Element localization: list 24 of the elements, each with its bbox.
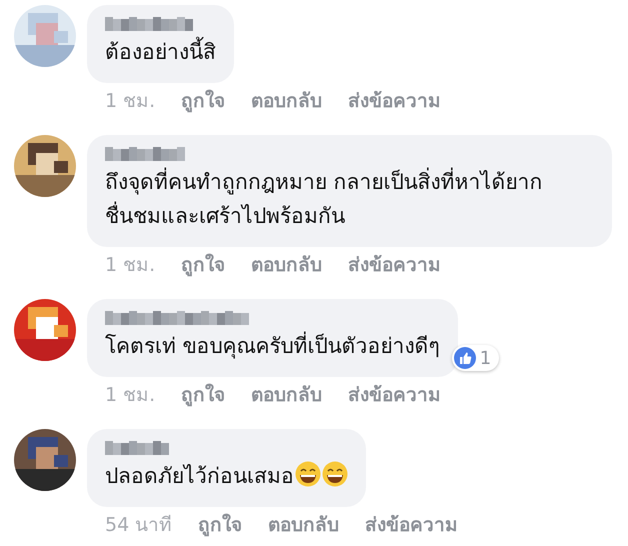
comment-action-link[interactable]: ส่งข้อความ <box>348 253 442 277</box>
comment-action-link[interactable]: ตอบกลับ <box>268 513 340 537</box>
comment-action-link[interactable]: ตอบกลับ <box>251 253 322 277</box>
comment-text: ต้องอย่างนี้สิ <box>105 35 216 69</box>
comment-text: ปลอดภัยไว้ก่อนเสมอ <box>105 459 348 493</box>
grinning-face-icon <box>322 461 348 487</box>
comment-action-link[interactable]: ส่งข้อความ <box>348 383 442 407</box>
comment-text: ถึงจุดที่คนทำถูกกฎหมาย กลายเป็นสิ่งที่หาได้ยาก ชื่นชมและเศร้าไปพร้อมกัน <box>105 165 594 233</box>
comment-action-link[interactable]: ถูกใจ <box>198 513 242 537</box>
comment-time[interactable]: 1 ชม. <box>105 89 156 113</box>
comment-action-link[interactable]: ตอบกลับ <box>251 383 322 407</box>
comment-action-link[interactable]: ส่งข้อความ <box>365 513 458 537</box>
comment-time[interactable]: 1 ชม. <box>105 383 156 407</box>
comment-text: โคตรเท่ ขอบคุณครับที่เป็นตัวอย่างดีๆ <box>105 329 440 363</box>
comment-action-link[interactable]: ส่งข้อความ <box>348 89 442 113</box>
comment-action-link[interactable]: ถูกใจ <box>181 383 226 407</box>
comment-action-link[interactable]: ถูกใจ <box>181 89 226 113</box>
comment-action-link[interactable]: ถูกใจ <box>181 253 226 277</box>
thumbs-up-icon <box>454 347 476 369</box>
comment-action-link[interactable]: ตอบกลับ <box>251 89 322 113</box>
comment-time[interactable]: 54 นาที <box>105 513 172 537</box>
comment-time[interactable]: 1 ชม. <box>105 253 156 277</box>
grinning-face-icon <box>295 461 321 487</box>
like-count[interactable]: 1 <box>452 345 500 371</box>
